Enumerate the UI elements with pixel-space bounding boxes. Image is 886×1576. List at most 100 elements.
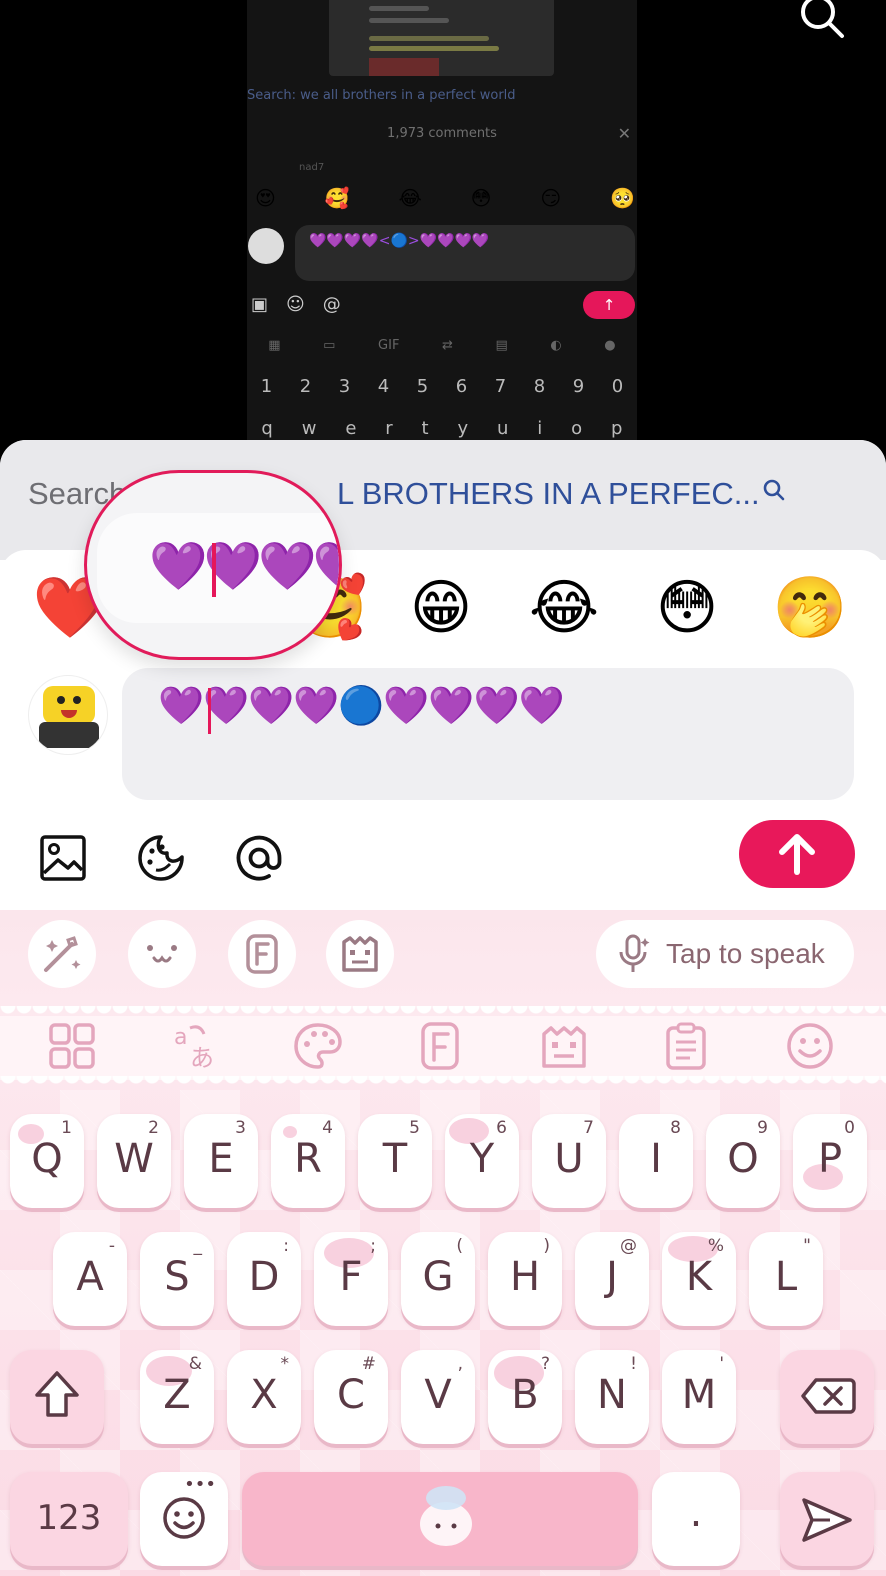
key-letter: L [774, 1254, 798, 1300]
sticker-icon[interactable] [136, 833, 186, 883]
inner-text-line [369, 46, 499, 51]
numbers-key[interactable]: 123 [10, 1472, 128, 1566]
key-sup: ' [719, 1354, 724, 1374]
key-l[interactable]: " L [749, 1232, 823, 1326]
key-sup: " [803, 1236, 811, 1256]
inner-emoji-row: 😍 🥰 😂 😳 😏 🥺 [255, 186, 635, 210]
key-g[interactable]: ( G [401, 1232, 475, 1326]
space-key[interactable] [242, 1472, 638, 1566]
key-letter: G [422, 1254, 454, 1300]
inner-key: q [261, 418, 273, 439]
key-sup: 9 [757, 1118, 768, 1138]
magic-wand-button[interactable] [28, 920, 96, 988]
key-n[interactable]: ! N [575, 1350, 649, 1444]
key-letter: F [339, 1254, 363, 1300]
key-v[interactable]: , V [401, 1350, 475, 1444]
inner-post-card [329, 0, 554, 76]
key-a[interactable]: - A [53, 1232, 127, 1326]
send-button[interactable] [739, 820, 855, 888]
key-y[interactable]: 6 Y [445, 1114, 519, 1208]
key-r[interactable]: 4 R [271, 1114, 345, 1208]
clipboard-icon[interactable] [660, 1020, 712, 1072]
inner-key: u [496, 418, 509, 439]
key-i[interactable]: 8 I [619, 1114, 693, 1208]
apps-icon[interactable] [46, 1020, 98, 1072]
key-t[interactable]: 5 T [358, 1114, 432, 1208]
key-sup: # [361, 1354, 376, 1374]
key-x[interactable]: * X [227, 1350, 301, 1444]
key-e[interactable]: 3 E [184, 1114, 258, 1208]
key-p[interactable]: 0 P [793, 1114, 867, 1208]
tap-to-speak-button[interactable]: Tap to speak [596, 920, 854, 988]
inner-text-line [369, 36, 489, 41]
key-k[interactable]: % K [662, 1232, 736, 1326]
image-icon[interactable] [38, 833, 88, 883]
keyboard-avatar[interactable] [28, 675, 108, 755]
key-letter: E [208, 1136, 234, 1182]
quick-emoji-button[interactable]: 😳 [649, 570, 725, 646]
key-letter: M [681, 1372, 717, 1418]
key-sup: * [280, 1354, 290, 1374]
key-m[interactable]: ' M [662, 1350, 736, 1444]
quick-emoji-button[interactable]: 😁 [403, 570, 479, 646]
key-sup: 3 [235, 1118, 246, 1138]
emoji-key[interactable]: ••• [140, 1472, 228, 1566]
key-sup: 6 [496, 1118, 507, 1138]
key-w[interactable]: 2 W [97, 1114, 171, 1208]
key-sup: _ [193, 1236, 203, 1256]
kaomoji-button[interactable] [128, 920, 196, 988]
theme-button[interactable] [326, 920, 394, 988]
key-j[interactable]: @ J [575, 1232, 649, 1326]
quick-emoji-button[interactable]: 😂 [526, 570, 602, 646]
key-letter: X [250, 1372, 278, 1418]
key-sup: 7 [583, 1118, 594, 1138]
backspace-icon [801, 1378, 856, 1414]
inner-key: 2 [299, 376, 312, 397]
key-c[interactable]: # C [314, 1350, 388, 1444]
key-q[interactable]: 1 Q [10, 1114, 84, 1208]
backspace-key[interactable] [780, 1350, 874, 1444]
inner-key: 6 [455, 376, 468, 397]
key-letter: R [294, 1136, 322, 1182]
text-magnifier: 💜💜💜💜 [84, 470, 342, 660]
theme-icon[interactable] [538, 1020, 590, 1072]
inner-emoji: 😏 [540, 186, 562, 210]
search-icon[interactable] [796, 0, 848, 40]
inner-key: w [301, 418, 317, 439]
quick-emoji-button[interactable]: 🤭 [772, 570, 848, 646]
comment-input[interactable]: 💜💜💜💜🔵💜💜💜💜 [122, 668, 854, 800]
inner-key: o [571, 418, 583, 439]
palette-icon[interactable] [292, 1020, 344, 1072]
key-o[interactable]: 9 O [706, 1114, 780, 1208]
period-key-label: . [689, 1490, 703, 1536]
search-query[interactable]: L BROTHERS IN A PERFEC... [337, 476, 760, 512]
avatar-face [43, 686, 95, 724]
key-s[interactable]: _ S [140, 1232, 214, 1326]
key-sup: 1 [61, 1118, 72, 1138]
inner-sticker-icon: ☺ [286, 294, 305, 315]
font-icon[interactable] [414, 1020, 466, 1072]
key-letter: J [606, 1254, 618, 1300]
at-icon[interactable] [234, 833, 284, 883]
inner-translate-icon: ⇄ [442, 337, 453, 353]
key-u[interactable]: 7 U [532, 1114, 606, 1208]
key-b[interactable]: ? B [488, 1350, 562, 1444]
shift-key[interactable] [10, 1350, 104, 1444]
svg-text:あ: あ [190, 1044, 214, 1072]
key-f[interactable]: ; F [314, 1232, 388, 1326]
font-button[interactable] [228, 920, 296, 988]
key-sup: 8 [670, 1118, 681, 1138]
search-icon[interactable] [762, 478, 786, 502]
inner-post-image [369, 58, 439, 76]
emoji-icon[interactable] [784, 1020, 836, 1072]
period-key[interactable]: . [652, 1472, 740, 1566]
avatar-eye [73, 696, 81, 704]
key-d[interactable]: : D [227, 1232, 301, 1326]
inner-at-icon: @ [322, 294, 341, 315]
key-z[interactable]: & Z [140, 1350, 214, 1444]
translate-icon[interactable]: a あ [170, 1020, 222, 1072]
send-key[interactable] [780, 1472, 874, 1566]
comment-input-text: 💜💜💜💜🔵💜💜💜💜 [158, 684, 565, 727]
inner-palette-icon: ◐ [550, 337, 562, 353]
key-h[interactable]: ) H [488, 1232, 562, 1326]
